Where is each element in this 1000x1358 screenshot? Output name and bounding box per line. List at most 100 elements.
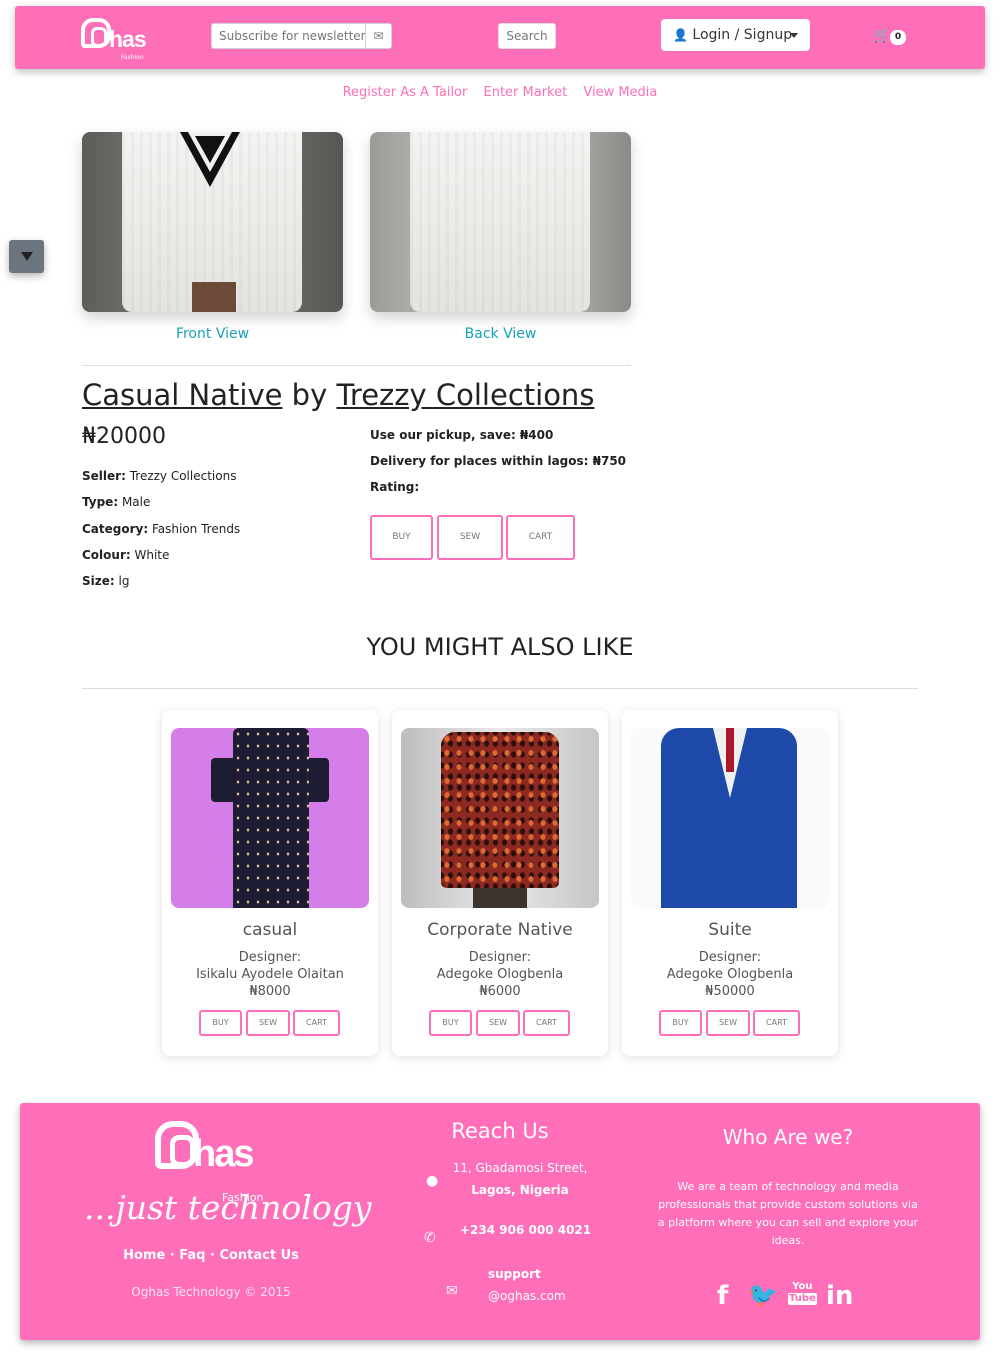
product-image[interactable] [631, 728, 829, 908]
newsletter-form: ✉ [211, 23, 392, 49]
also-like-title: YOU MIGHT ALSO LIKE [366, 633, 634, 661]
cart-count-badge: 0 [890, 30, 906, 45]
back-shirt-graphic [410, 132, 590, 312]
cart-icon: 🛒 [873, 28, 891, 44]
dress-graphic [233, 728, 309, 908]
copyright: Oghas Technology © 2015 [131, 1285, 291, 1299]
divider [82, 365, 631, 366]
product-image[interactable] [171, 728, 369, 908]
designer-name: Adegoke Ologbenla [666, 967, 794, 982]
sew-button[interactable]: SEW [476, 1010, 520, 1036]
product-price: ₦6000 [479, 984, 521, 999]
colour-row: Colour: White [82, 542, 240, 568]
login-label: Login / Signup [692, 27, 793, 43]
email[interactable]: support @oghas.com [488, 1263, 566, 1307]
legs-graphic [192, 282, 236, 312]
linkedin-icon[interactable]: in [826, 1281, 853, 1311]
size-row: Size: lg [82, 568, 240, 594]
category-label: Category: [82, 521, 149, 536]
buy-button[interactable]: BUY [199, 1010, 242, 1036]
product-image[interactable] [401, 728, 599, 908]
footer-links[interactable]: Home · Faq · Contact Us [20, 1248, 402, 1263]
product-name[interactable]: casual [162, 920, 378, 940]
tie-graphic [726, 728, 734, 772]
social-links: f 🐦 You Tube in [710, 1281, 860, 1313]
cart-button[interactable]: CART [506, 515, 575, 560]
buy-button[interactable]: BUY [659, 1010, 702, 1036]
product-price: ₦50000 [705, 984, 755, 999]
logo-g-mark [81, 18, 111, 48]
back-view-caption[interactable]: Back View [370, 326, 631, 342]
product-card[interactable]: casual Designer: Isikalu Ayodele Olaitan… [162, 710, 378, 1056]
product-name[interactable]: Corporate Native [392, 920, 608, 940]
address: 11, Gbadamosi Street, Lagos, Nigeria [438, 1157, 602, 1201]
youtube-bottom: Tube [788, 1293, 817, 1305]
phone-number[interactable]: +234 906 000 4021 [460, 1223, 591, 1237]
back-view-image[interactable] [370, 132, 631, 312]
search-button[interactable]: Search [498, 23, 556, 49]
register-tailor-link[interactable]: Register As A Tailor [343, 85, 468, 100]
envelope-icon: ✉ [446, 1283, 458, 1299]
delivery-text: Delivery for places within lagos: ₦750 [370, 454, 627, 468]
facebook-icon[interactable]: f [717, 1281, 728, 1311]
footer-logo[interactable]: has Fashion [155, 1121, 275, 1204]
cart-link[interactable]: 🛒 0 [873, 28, 913, 48]
site-footer: has Fashion ...just technology Home · Fa… [20, 1103, 980, 1340]
product-card[interactable]: Corporate Native Designer: Adegoke Ologb… [392, 710, 608, 1056]
brand-link[interactable]: Trezzy Collections [336, 378, 594, 412]
oghas-logo[interactable]: has Fashion [81, 18, 151, 61]
view-media-link[interactable]: View Media [583, 85, 657, 100]
cart-button[interactable]: CART [753, 1010, 800, 1036]
who-are-we-title: Who Are we? [722, 1125, 854, 1149]
product-title: Casual Native by Trezzy Collections [82, 378, 594, 412]
front-view-caption[interactable]: Front View [82, 326, 343, 342]
buy-button[interactable]: BUY [370, 515, 433, 560]
newsletter-input[interactable] [212, 24, 366, 48]
seller-value: Trezzy Collections [129, 469, 237, 483]
designer-name: Adegoke Ologbenla [436, 967, 564, 982]
type-row: Type: Male [82, 489, 240, 515]
product-name-link[interactable]: Casual Native [82, 378, 282, 412]
user-icon: 👤 [673, 28, 688, 42]
address-line1: 11, Gbadamosi Street, [452, 1161, 588, 1175]
cart-button[interactable]: CART [523, 1010, 570, 1036]
envelope-icon[interactable]: ✉ [365, 24, 391, 48]
product-price: ₦8000 [249, 984, 291, 999]
product-name[interactable]: Suite [622, 920, 838, 940]
map-marker-icon: ● [426, 1173, 439, 1189]
legs-graphic [473, 888, 527, 908]
colour-value: White [134, 547, 170, 562]
buy-button[interactable]: BUY [429, 1010, 472, 1036]
sew-button[interactable]: SEW [437, 515, 503, 560]
filter-icon[interactable] [9, 240, 44, 273]
address-line2: Lagos, Nigeria [471, 1183, 569, 1197]
cart-button[interactable]: CART [293, 1010, 340, 1036]
youtube-icon[interactable]: You Tube [788, 1281, 817, 1305]
colour-label: Colour: [82, 547, 131, 562]
size-value: lg [118, 574, 130, 589]
login-signup-dropdown[interactable]: 👤 Login / Signup [661, 19, 810, 51]
by-text: by [291, 378, 328, 412]
seller-row: Seller: Trezzy Collections [82, 463, 240, 489]
designer-label: Designer: [238, 950, 302, 965]
seller-label: Seller: [82, 469, 126, 483]
email-line2: @oghas.com [488, 1289, 566, 1303]
front-view-image[interactable] [82, 132, 343, 312]
top-navbar: has Fashion ✉ Search 👤 Login / Signup 🛒 … [15, 6, 985, 69]
caret-down-icon [790, 33, 798, 38]
reach-us-title: Reach Us [451, 1119, 549, 1143]
size-label: Size: [82, 574, 115, 589]
divider [82, 688, 918, 689]
sew-button[interactable]: SEW [706, 1010, 750, 1036]
product-card[interactable]: Suite Designer: Adegoke Ologbenla ₦50000… [622, 710, 838, 1056]
pickup-text: Use our pickup, save: ₦400 [370, 428, 554, 442]
enter-market-link[interactable]: Enter Market [484, 85, 568, 100]
twitter-icon[interactable]: 🐦 [748, 1281, 778, 1309]
triangle-design-core [195, 136, 225, 163]
type-value: Male [121, 495, 151, 510]
logo-sub: Fashion [121, 54, 144, 61]
category-row: Category: Fashion Trends [82, 516, 240, 542]
sub-navigation: Register As A Tailor Enter Market View M… [0, 85, 1000, 100]
sew-button[interactable]: SEW [246, 1010, 290, 1036]
logo-text: has [109, 26, 147, 52]
